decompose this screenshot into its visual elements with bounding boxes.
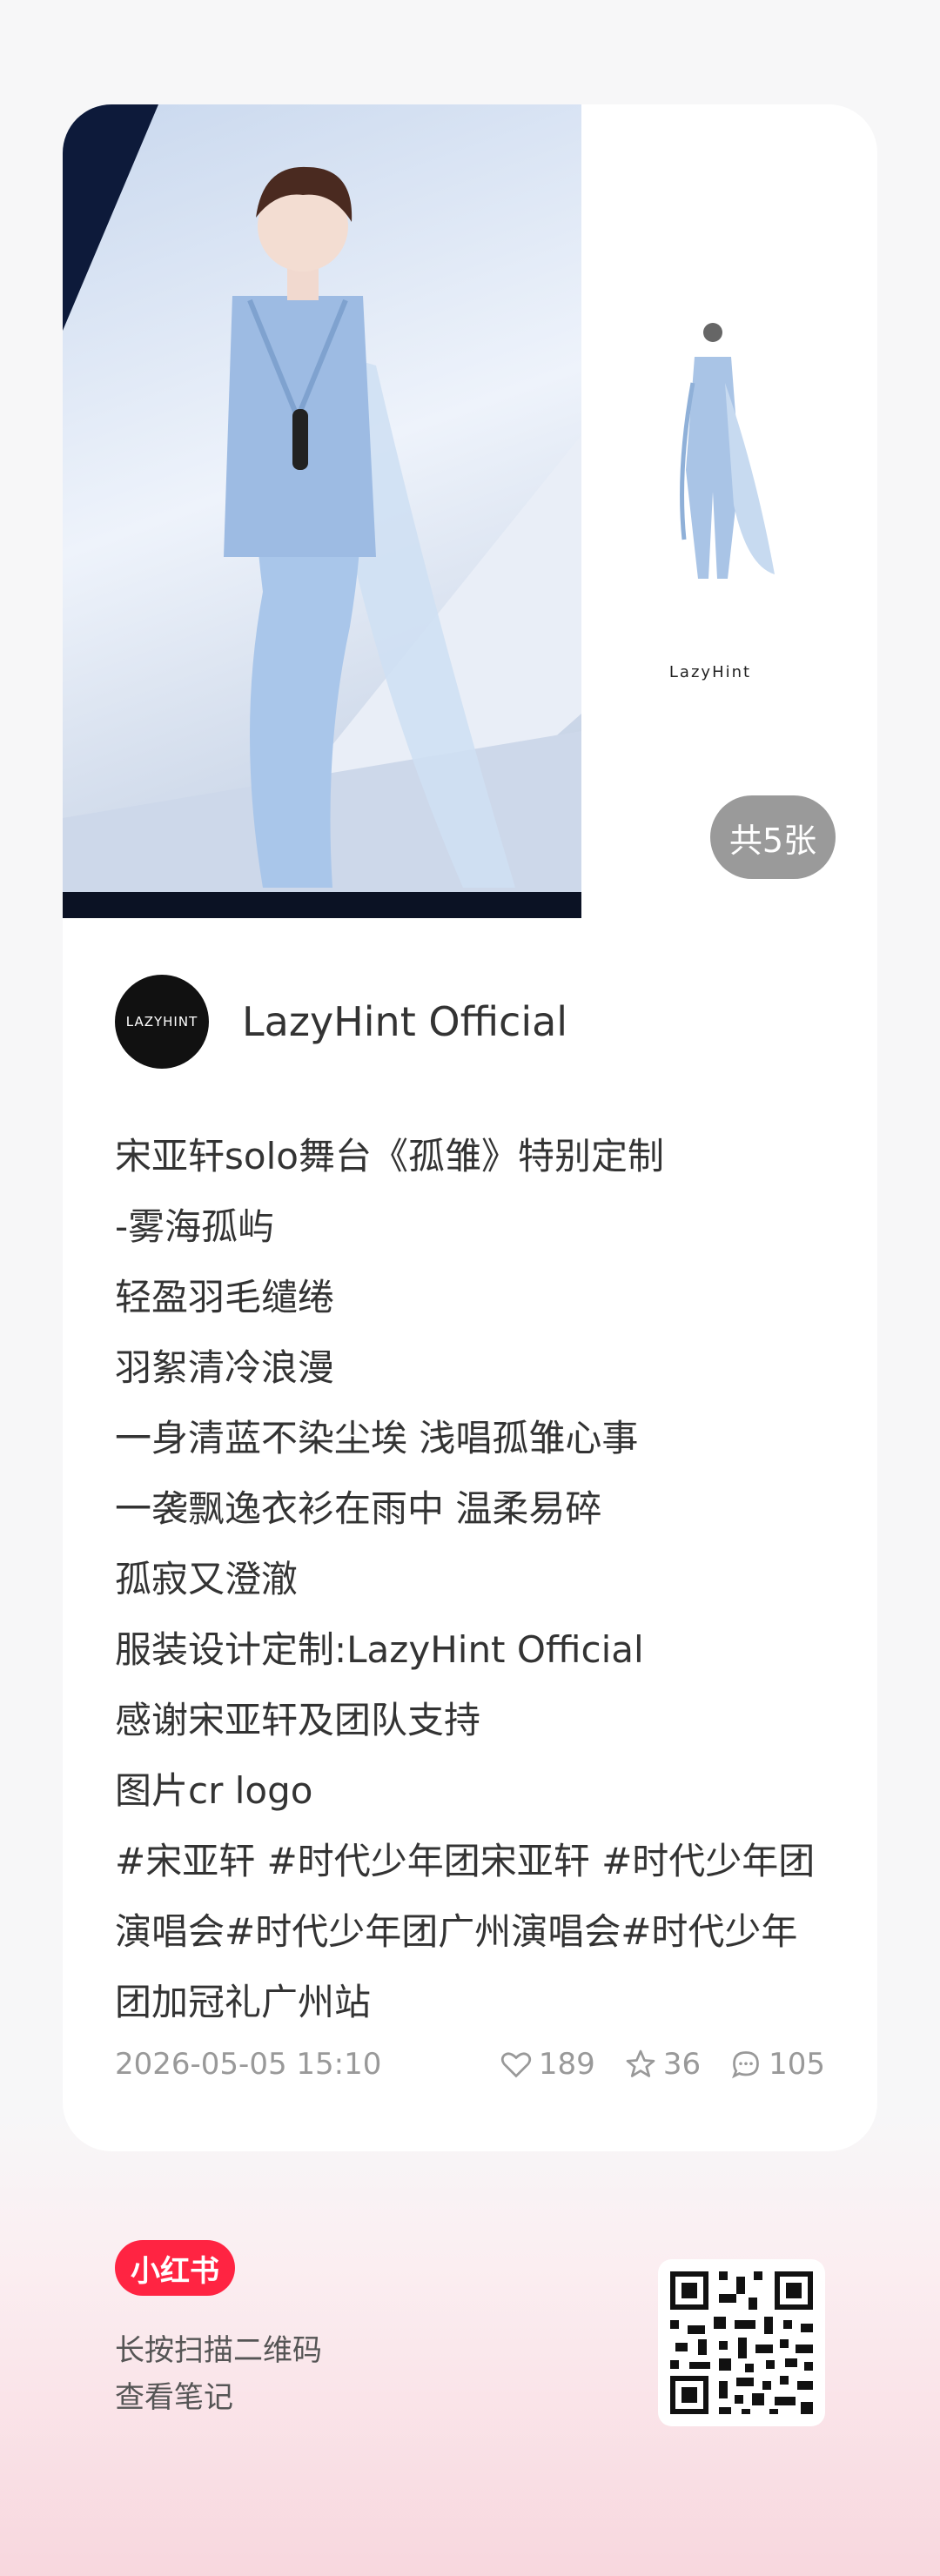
content-line: 服装设计定制:LazyHint Official bbox=[115, 1628, 644, 1671]
heart-icon bbox=[500, 2052, 532, 2078]
star-icon bbox=[626, 2049, 655, 2077]
scan-hint-line2: 查看笔记 bbox=[115, 2380, 233, 2415]
content-line: 轻盈羽毛缱绻 bbox=[115, 1276, 335, 1318]
star-button[interactable]: 36 bbox=[625, 2047, 701, 2082]
image-count-badge: 共5张 bbox=[710, 795, 836, 879]
design-sketch: LazyHint bbox=[581, 104, 877, 918]
like-button[interactable]: 189 bbox=[500, 2047, 595, 2082]
star-count: 36 bbox=[662, 2047, 702, 2082]
content-line: 宋亚轩solo舞台《孤雏》特别定制 bbox=[115, 1135, 664, 1177]
content-line: -雾海孤屿 bbox=[115, 1205, 275, 1248]
author-name[interactable]: LazyHint Official bbox=[242, 998, 567, 1045]
like-count: 189 bbox=[538, 2047, 595, 2082]
scan-hint-line1: 长按扫描二维码 bbox=[115, 2333, 322, 2368]
post-meta: 2026-05-05 15:10 189 36 105 bbox=[115, 2047, 825, 2082]
qr-code[interactable] bbox=[658, 2259, 825, 2426]
content-line: 羽絮清冷浪漫 bbox=[115, 1346, 335, 1389]
comment-button[interactable]: 105 bbox=[730, 2047, 825, 2082]
content-line: 孤寂又澄澈 bbox=[115, 1558, 299, 1600]
scan-hint: 长按扫描二维码 查看笔记 bbox=[115, 2327, 322, 2421]
content-line: 图片cr logo bbox=[115, 1769, 313, 1812]
note-card[interactable]: LazyHint 共5张 LAZYHINT LazyHint Official … bbox=[63, 104, 877, 2151]
author-row[interactable]: LAZYHINT LazyHint Official bbox=[115, 975, 567, 1069]
content-line: 一身清蓝不染尘埃 浅唱孤雏心事 bbox=[115, 1417, 639, 1459]
share-footer: 小红书 长按扫描二维码 查看笔记 bbox=[115, 2240, 825, 2432]
content-line: 一袭飘逸衣衫在雨中 温柔易碎 bbox=[115, 1487, 602, 1530]
content-line: 感谢宋亚轩及团队支持 bbox=[115, 1699, 481, 1741]
stage-photo bbox=[63, 104, 581, 918]
hashtags[interactable]: #宋亚轩 #时代少年团宋亚轩 #时代少年团演唱会#时代少年团广州演唱会#时代少年… bbox=[115, 1826, 825, 2037]
avatar[interactable]: LAZYHINT bbox=[115, 975, 209, 1069]
comment-icon bbox=[732, 2051, 759, 2079]
comment-count: 105 bbox=[769, 2047, 825, 2082]
image-carousel[interactable]: LazyHint 共5张 bbox=[63, 104, 877, 918]
post-timestamp: 2026-05-05 15:10 bbox=[115, 2047, 382, 2082]
sketch-watermark: LazyHint bbox=[669, 663, 751, 681]
note-content: 宋亚轩solo舞台《孤雏》特别定制 -雾海孤屿 轻盈羽毛缱绻 羽絮清冷浪漫 一身… bbox=[115, 1121, 825, 2037]
xiaohongshu-logo: 小红书 bbox=[115, 2240, 235, 2296]
